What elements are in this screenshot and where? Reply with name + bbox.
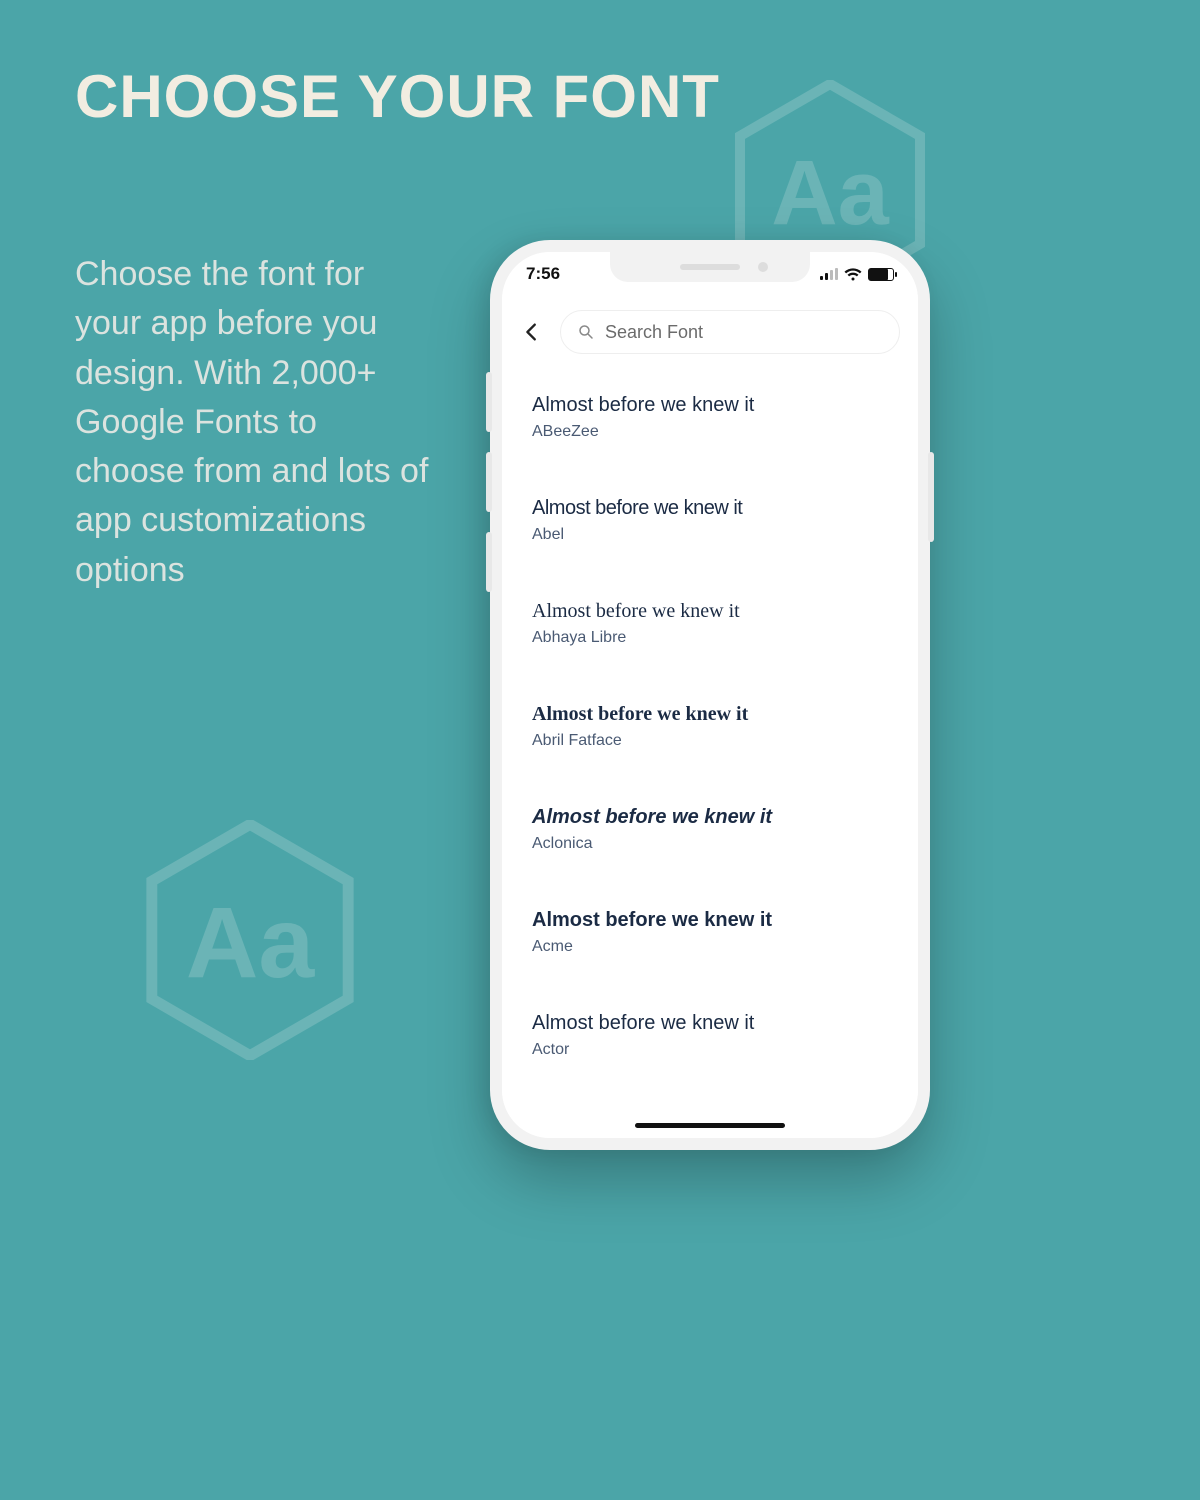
- phone-mockup: 7:56 Search Font Almost before we knew i…: [490, 240, 930, 1150]
- font-item[interactable]: Almost before we knew it Abril Fatface: [532, 681, 888, 784]
- battery-icon: [868, 268, 894, 281]
- font-list[interactable]: Almost before we knew itABeeZeeAlmost be…: [502, 372, 918, 1108]
- search-placeholder: Search Font: [605, 322, 703, 343]
- font-item[interactable]: Almost before we knew it ABeeZee: [532, 372, 888, 475]
- promo-description: Choose the font for your app before you …: [75, 250, 435, 595]
- font-preview: Almost before we knew it: [532, 497, 888, 520]
- svg-text:Aa: Aa: [186, 887, 315, 999]
- font-name: Abel: [532, 526, 888, 544]
- chevron-left-icon: [521, 321, 543, 343]
- font-preview: Almost before we knew it: [532, 1012, 888, 1035]
- font-preview: Almost before we knew it: [532, 394, 888, 417]
- notch: [610, 252, 810, 282]
- home-indicator: [635, 1123, 785, 1128]
- search-icon: [577, 323, 595, 341]
- font-item[interactable]: Almost before we knew it Actor: [532, 990, 888, 1093]
- status-time: 7:56: [526, 264, 560, 284]
- font-preview: Almost before we knew it: [532, 600, 888, 623]
- promo-title: CHOOSE YOUR FONT: [75, 65, 720, 128]
- font-preview: Almost before we knew it: [532, 806, 888, 829]
- font-preview: Almost before we knew it: [532, 703, 888, 726]
- font-item[interactable]: Almost before we knew it Aclonica: [532, 784, 888, 887]
- app-bar: Search Font: [502, 302, 918, 362]
- font-name: Actor: [532, 1041, 888, 1059]
- svg-text:Aa: Aa: [771, 142, 889, 244]
- font-name: Aclonica: [532, 835, 888, 853]
- font-name: ABeeZee: [532, 423, 888, 441]
- font-preview: Almost before we knew it: [532, 909, 888, 932]
- font-hex-icon: Aa: [130, 820, 370, 1060]
- wifi-icon: [844, 268, 862, 281]
- font-name: Abril Fatface: [532, 732, 888, 750]
- search-input[interactable]: Search Font: [560, 310, 900, 354]
- phone-screen: 7:56 Search Font Almost before we knew i…: [502, 252, 918, 1138]
- font-name: Acme: [532, 938, 888, 956]
- signal-icon: [820, 268, 838, 280]
- back-button[interactable]: [510, 310, 554, 354]
- font-item[interactable]: Almost before we knew it Abel: [532, 475, 888, 578]
- font-item[interactable]: Almost before we knew it Acme: [532, 887, 888, 990]
- font-name: Abhaya Libre: [532, 629, 888, 647]
- font-item[interactable]: Almost before we knew it Abhaya Libre: [532, 578, 888, 681]
